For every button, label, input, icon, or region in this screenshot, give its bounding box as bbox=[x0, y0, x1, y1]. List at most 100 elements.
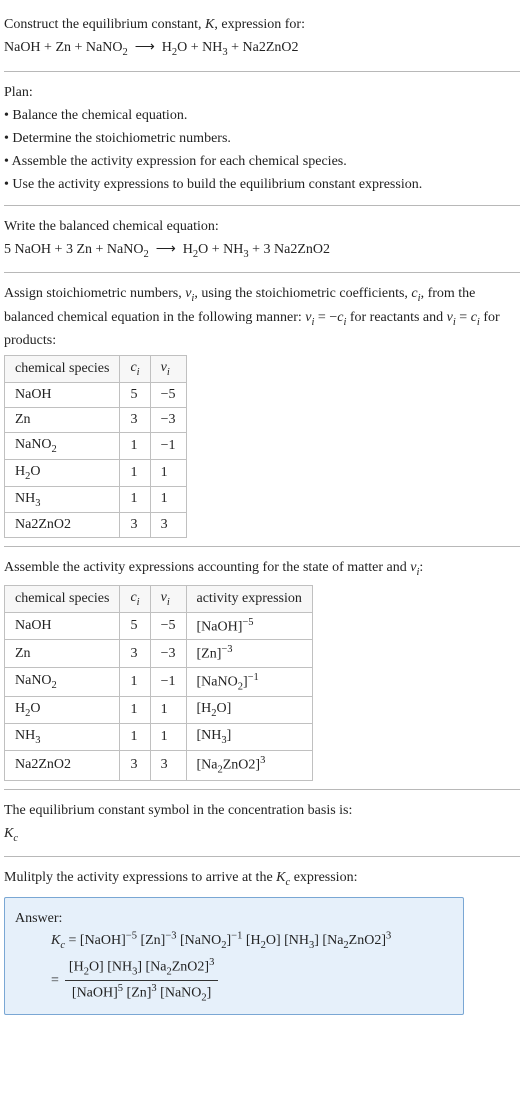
fraction-denominator: [NaOH]5 [Zn]3 [NaNO2] bbox=[65, 981, 218, 1006]
table-header-row: chemical species ci νi bbox=[5, 356, 187, 383]
plan-item: • Assemble the activity expression for e… bbox=[4, 151, 520, 172]
divider bbox=[4, 71, 520, 72]
table-row: H2O 1 1 bbox=[5, 459, 187, 486]
table-row: Zn 3 −3 bbox=[5, 407, 187, 432]
cell-ci: 1 bbox=[120, 486, 150, 513]
cell-ci: 3 bbox=[120, 640, 150, 668]
fraction-numerator: [H2O] [NH3] [Na2ZnO2]3 bbox=[65, 955, 218, 981]
cell-vi: 3 bbox=[150, 513, 186, 538]
symbol-text: The equilibrium constant symbol in the c… bbox=[4, 800, 520, 821]
cell-vi: 1 bbox=[150, 459, 186, 486]
cell-species: H2O bbox=[5, 459, 120, 486]
table-header-row: chemical species ci νi activity expressi… bbox=[5, 585, 313, 612]
col-species: chemical species bbox=[5, 585, 120, 612]
document-root: Construct the equilibrium constant, K, e… bbox=[0, 0, 524, 1031]
answer-label: Answer: bbox=[15, 908, 453, 929]
assign-section: Assign stoichiometric numbers, νi, using… bbox=[4, 275, 520, 544]
cell-vi: −3 bbox=[150, 640, 186, 668]
answer-expression: Kc = [NaOH]−5 [Zn]−3 [NaNO2]−1 [H2O] [NH… bbox=[15, 931, 453, 1007]
cell-vi: −1 bbox=[150, 432, 186, 459]
table-row: Na2ZnO2 3 3 [Na2ZnO2]3 bbox=[5, 751, 313, 780]
divider bbox=[4, 205, 520, 206]
divider bbox=[4, 272, 520, 273]
col-activity: activity expression bbox=[186, 585, 312, 612]
activity-table: chemical species ci νi activity expressi… bbox=[4, 585, 313, 781]
kc-product-line: Kc = [NaOH]−5 [Zn]−3 [NaNO2]−1 [H2O] [NH… bbox=[51, 933, 391, 948]
cell-species: Na2ZnO2 bbox=[5, 751, 120, 780]
table-row: NaNO2 1 −1 bbox=[5, 432, 187, 459]
equals-sign: = bbox=[51, 973, 59, 989]
cell-activity: [NH3] bbox=[186, 724, 312, 751]
cell-activity: [Na2ZnO2]3 bbox=[186, 751, 312, 780]
symbol-section: The equilibrium constant symbol in the c… bbox=[4, 792, 520, 855]
cell-species: NH3 bbox=[5, 724, 120, 751]
cell-activity: [NaOH]−5 bbox=[186, 612, 312, 640]
cell-species: NH3 bbox=[5, 486, 120, 513]
assemble-text: Assemble the activity expressions accoun… bbox=[4, 557, 520, 581]
table-row: NaNO2 1 −1 [NaNO2]−1 bbox=[5, 668, 313, 697]
intro-equation: NaOH + Zn + NaNO2 ⟶ H2O + NH3 + Na2ZnO2 bbox=[4, 37, 520, 61]
cell-ci: 3 bbox=[120, 513, 150, 538]
plan-item: • Balance the chemical equation. bbox=[4, 105, 520, 126]
cell-vi: −1 bbox=[150, 668, 186, 697]
stoichiometry-table: chemical species ci νi NaOH 5 −5 Zn 3 −3… bbox=[4, 355, 187, 538]
assemble-section: Assemble the activity expressions accoun… bbox=[4, 549, 520, 786]
cell-species: Na2ZnO2 bbox=[5, 513, 120, 538]
cell-vi: −5 bbox=[150, 612, 186, 640]
table-row: NaOH 5 −5 [NaOH]−5 bbox=[5, 612, 313, 640]
fraction: [H2O] [NH3] [Na2ZnO2]3 [NaOH]5 [Zn]3 [Na… bbox=[65, 955, 218, 1006]
cell-species: NaNO2 bbox=[5, 432, 120, 459]
cell-ci: 1 bbox=[120, 459, 150, 486]
cell-ci: 1 bbox=[120, 668, 150, 697]
plan-section: Plan: • Balance the chemical equation. •… bbox=[4, 74, 520, 203]
cell-activity: [Zn]−3 bbox=[186, 640, 312, 668]
table-row: H2O 1 1 [H2O] bbox=[5, 697, 313, 724]
balanced-heading: Write the balanced chemical equation: bbox=[4, 216, 520, 237]
cell-species: NaOH bbox=[5, 612, 120, 640]
divider bbox=[4, 789, 520, 790]
table-row: Na2ZnO2 3 3 bbox=[5, 513, 187, 538]
cell-species: H2O bbox=[5, 697, 120, 724]
cell-species: NaOH bbox=[5, 382, 120, 407]
cell-ci: 5 bbox=[120, 382, 150, 407]
assign-text: Assign stoichiometric numbers, νi, using… bbox=[4, 283, 520, 351]
cell-species: Zn bbox=[5, 407, 120, 432]
plan-item: • Use the activity expressions to build … bbox=[4, 174, 520, 195]
table-row: NaOH 5 −5 bbox=[5, 382, 187, 407]
multiply-text: Mulitply the activity expressions to arr… bbox=[4, 867, 520, 891]
intro-section: Construct the equilibrium constant, K, e… bbox=[4, 6, 520, 69]
cell-ci: 3 bbox=[120, 751, 150, 780]
cell-ci: 1 bbox=[120, 697, 150, 724]
multiply-section: Mulitply the activity expressions to arr… bbox=[4, 859, 520, 1021]
cell-species: NaNO2 bbox=[5, 668, 120, 697]
col-ci: ci bbox=[120, 356, 150, 383]
kc-fraction-line: = [H2O] [NH3] [Na2ZnO2]3 [NaOH]5 [Zn]3 [… bbox=[51, 955, 218, 1006]
col-vi: νi bbox=[150, 356, 186, 383]
symbol-kc: Kc bbox=[4, 823, 520, 847]
table-row: NH3 1 1 bbox=[5, 486, 187, 513]
col-species: chemical species bbox=[5, 356, 120, 383]
answer-box: Answer: Kc = [NaOH]−5 [Zn]−3 [NaNO2]−1 [… bbox=[4, 897, 464, 1016]
cell-activity: [H2O] bbox=[186, 697, 312, 724]
cell-vi: 1 bbox=[150, 724, 186, 751]
cell-ci: 1 bbox=[120, 724, 150, 751]
cell-vi: 1 bbox=[150, 697, 186, 724]
divider bbox=[4, 856, 520, 857]
cell-vi: −3 bbox=[150, 407, 186, 432]
plan-item: • Determine the stoichiometric numbers. bbox=[4, 128, 520, 149]
cell-vi: 3 bbox=[150, 751, 186, 780]
col-ci: ci bbox=[120, 585, 150, 612]
table-row: NH3 1 1 [NH3] bbox=[5, 724, 313, 751]
cell-species: Zn bbox=[5, 640, 120, 668]
cell-ci: 3 bbox=[120, 407, 150, 432]
cell-vi: −5 bbox=[150, 382, 186, 407]
table-row: Zn 3 −3 [Zn]−3 bbox=[5, 640, 313, 668]
divider bbox=[4, 546, 520, 547]
cell-ci: 5 bbox=[120, 612, 150, 640]
cell-vi: 1 bbox=[150, 486, 186, 513]
col-vi: νi bbox=[150, 585, 186, 612]
intro-heading: Construct the equilibrium constant, K, e… bbox=[4, 14, 520, 35]
cell-activity: [NaNO2]−1 bbox=[186, 668, 312, 697]
cell-ci: 1 bbox=[120, 432, 150, 459]
balanced-equation: 5 NaOH + 3 Zn + NaNO2 ⟶ H2O + NH3 + 3 Na… bbox=[4, 239, 520, 263]
